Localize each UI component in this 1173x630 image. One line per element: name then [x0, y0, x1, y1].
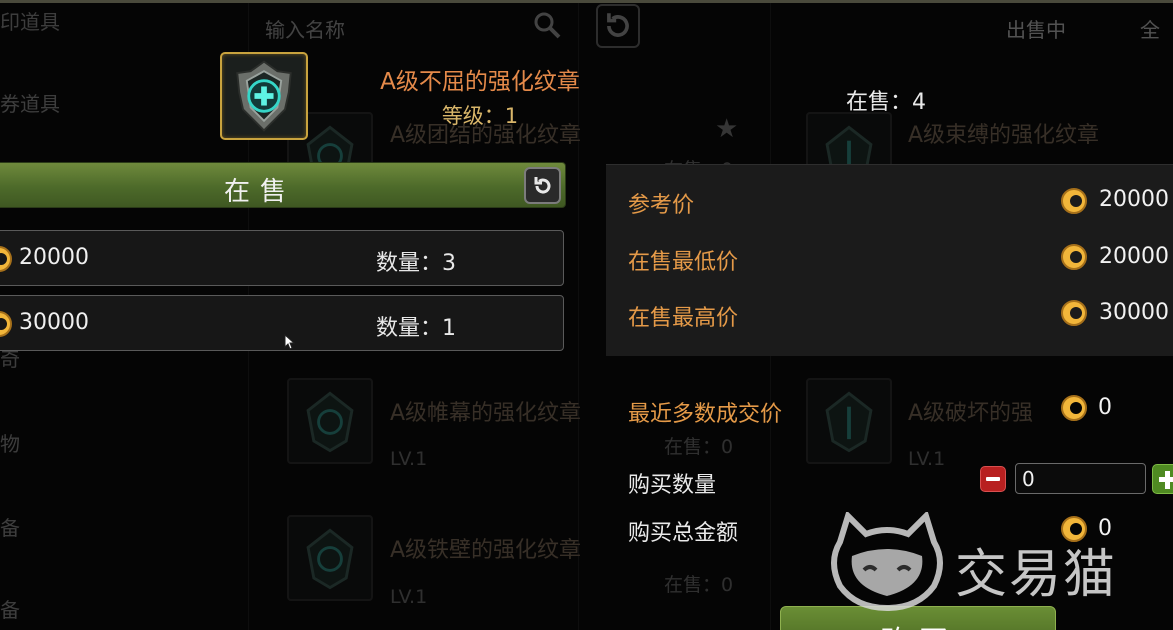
- shield-emblem-icon: [236, 60, 292, 132]
- min-price-label: 在售最低价: [628, 250, 739, 275]
- watermark-text: 交易猫: [955, 545, 1118, 605]
- gold-coin-icon: [0, 310, 13, 338]
- listing-row[interactable]: 30000 数量：1: [0, 295, 564, 351]
- max-price-value: 30000: [1099, 300, 1169, 325]
- refresh-icon: [534, 176, 550, 194]
- item-title: A级不屈的强化纹章: [380, 69, 580, 95]
- category-item: 印道具: [0, 10, 60, 34]
- buy-button-label: 购买: [781, 617, 1055, 630]
- minus-icon: [986, 477, 1000, 481]
- card-name: A级束缚的强化纹章: [908, 123, 1100, 148]
- buy-quantity-label: 购买数量: [628, 473, 717, 498]
- listing-quantity: 数量：3: [376, 251, 456, 276]
- cat-logo-icon: [831, 510, 943, 612]
- card-name: A级帷幕的强化纹章: [390, 401, 582, 426]
- listing-row[interactable]: 20000 数量：3: [0, 230, 564, 286]
- favorite-star-icon: ★: [715, 114, 739, 144]
- decrease-quantity-button[interactable]: [980, 466, 1006, 492]
- card-name: A级铁壁的强化纹章: [390, 538, 582, 563]
- listing-price: 30000: [19, 310, 89, 335]
- min-price-value: 20000: [1099, 244, 1169, 269]
- listing-price: 20000: [19, 245, 89, 270]
- mouse-cursor-icon: [284, 334, 296, 350]
- gold-coin-icon: [1059, 393, 1089, 423]
- category-item: 备: [0, 598, 20, 622]
- on-sale-count: 在售：4: [846, 90, 926, 115]
- emblem-icon: [287, 378, 373, 464]
- sale-section-header: 在售: [0, 162, 566, 208]
- card-level: LV.1: [390, 448, 428, 470]
- top-border: [0, 0, 1173, 3]
- card-name: A级破坏的强: [908, 401, 1034, 426]
- max-price-label: 在售最高价: [628, 306, 739, 331]
- reference-price-value: 20000: [1099, 187, 1169, 212]
- gold-coin-icon: [1059, 298, 1089, 328]
- quantity-input[interactable]: [1015, 463, 1146, 494]
- refresh-button[interactable]: [524, 167, 561, 204]
- gold-coin-icon: [1059, 186, 1089, 216]
- recent-price-value: 0: [1098, 395, 1112, 420]
- search-placeholder: 输入名称: [265, 18, 345, 42]
- sale-section-title: 在售: [223, 177, 296, 207]
- card-level: LV.1: [908, 448, 946, 470]
- category-item: 券道具: [0, 92, 60, 116]
- emblem-icon: [806, 378, 892, 464]
- card-onsale: 在售：0: [664, 574, 734, 596]
- refresh-icon: [596, 4, 640, 48]
- recent-price-label: 最近多数成交价: [628, 402, 783, 427]
- card-onsale: 在售：0: [664, 436, 734, 458]
- gold-coin-icon: [0, 245, 13, 273]
- reference-price-label: 参考价: [628, 193, 695, 218]
- increase-quantity-button[interactable]: [1152, 464, 1173, 494]
- search-icon: [532, 10, 562, 40]
- total-amount-label: 购买总金额: [628, 521, 739, 546]
- status-filter: 出售中: [1006, 18, 1066, 42]
- emblem-icon: [287, 515, 373, 601]
- category-item: 备: [0, 516, 20, 540]
- card-level: LV.1: [390, 586, 428, 608]
- filter-all: 全: [1140, 18, 1160, 42]
- item-icon-frame: [220, 52, 308, 140]
- category-item: 物: [0, 432, 20, 456]
- gold-coin-icon: [1059, 242, 1089, 272]
- listing-quantity: 数量：1: [376, 316, 456, 341]
- item-level: 等级：1: [441, 104, 519, 128]
